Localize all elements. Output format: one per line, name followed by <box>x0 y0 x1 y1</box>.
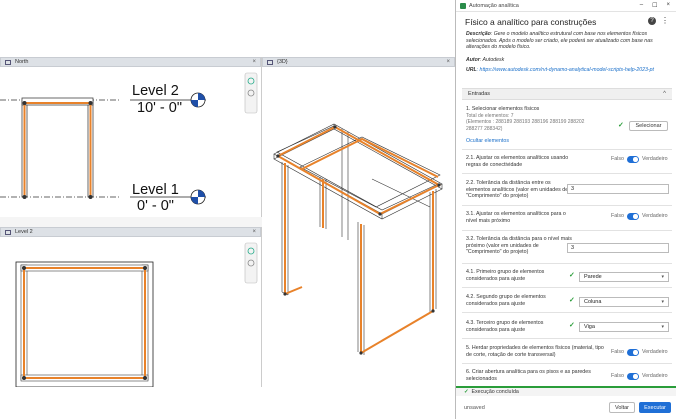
check-icon: ✓ <box>569 272 575 279</box>
3d-cube-icon <box>267 59 273 65</box>
back-button[interactable]: Voltar <box>609 402 635 413</box>
north-view-tab[interactable]: North × <box>0 57 261 67</box>
description: Descrição: Gere o modelo analítico estru… <box>466 31 653 51</box>
divider <box>462 263 672 264</box>
distance-tolerance-input-2-2[interactable]: 3 <box>567 184 669 194</box>
level2-plan-drawing <box>15 242 258 387</box>
distance-tolerance-input-3-2[interactable]: 3 <box>567 243 669 253</box>
north-view: North × Level 2 10' - 0" Level 1 0' - 0" <box>0 57 262 227</box>
close-icon[interactable]: × <box>666 2 670 9</box>
level1-label: Level 1 <box>132 182 179 198</box>
group3-select[interactable]: Viga ▾ <box>579 322 669 332</box>
execution-status: ✓ Execução concluída <box>456 386 676 396</box>
divider <box>462 338 672 339</box>
close-icon[interactable]: × <box>252 59 256 65</box>
panel-titlebar: Automação analítica – ☐ × <box>456 0 676 12</box>
divider <box>462 173 672 174</box>
run-button[interactable]: Executar <box>639 402 671 413</box>
divider <box>462 312 672 313</box>
app-icon <box>460 2 466 9</box>
minimize-icon[interactable]: – <box>640 2 643 9</box>
url-link[interactable]: : https://www.autodesk.com/rvt-dynamo-an… <box>477 67 654 73</box>
check-icon: ✓ <box>569 322 575 329</box>
analytical-automation-panel: Automação analítica – ☐ × Físico a analí… <box>455 0 676 419</box>
north-elevation-drawing <box>0 72 262 227</box>
unsaved-label: unsaved <box>464 405 485 411</box>
level2-label: Level 2 <box>132 83 179 99</box>
toggle-5[interactable]: Falso Verdadeiro <box>611 349 668 356</box>
check-icon: ✓ <box>464 389 469 395</box>
close-icon[interactable]: × <box>252 229 256 235</box>
toggle-6[interactable]: Falso Verdadeiro <box>611 373 668 380</box>
level1-elevation: 0' - 0" <box>137 198 174 214</box>
divider <box>462 230 672 231</box>
chevron-down-icon: ▾ <box>661 274 664 280</box>
maximize-icon[interactable]: ☐ <box>652 2 657 9</box>
3d-view: {3D} × <box>262 57 455 387</box>
level2-elevation: 10' - 0" <box>137 100 182 116</box>
revit-status-bar <box>0 387 455 419</box>
hide-elements-link[interactable]: Ocultar elementos <box>466 138 509 144</box>
chevron-down-icon: ▾ <box>661 299 664 305</box>
toggle-3-1[interactable]: Falso Verdadeiro <box>611 213 668 220</box>
level2-view-tab[interactable]: Level 2 × <box>0 227 261 237</box>
divider <box>462 287 672 288</box>
url: URL: https://www.autodesk.com/rvt-dynamo… <box>466 67 654 73</box>
select-button[interactable]: Selecionar <box>629 121 668 131</box>
level2-head-icon <box>190 92 206 108</box>
check-icon: ✓ <box>618 122 624 129</box>
plan-icon <box>5 229 11 235</box>
group1-select[interactable]: Parede ▾ <box>579 272 669 282</box>
help-icon[interactable]: ? <box>648 17 656 25</box>
inputs-section-header[interactable]: Entradas ^ <box>462 88 672 100</box>
chevron-down-icon: ▾ <box>661 324 664 330</box>
3d-model-drawing <box>273 123 443 355</box>
level2-plan-view: Level 2 × <box>0 227 262 387</box>
chevron-up-icon[interactable]: ^ <box>663 91 666 97</box>
3d-view-tab[interactable]: {3D} × <box>262 57 455 67</box>
elevation-icon <box>5 59 11 65</box>
author: Autor: Autodesk <box>466 57 505 63</box>
panel-title: Físico a analítico para construções <box>465 17 597 27</box>
more-options-icon[interactable]: ⋮ <box>661 16 669 25</box>
check-icon: ✓ <box>569 297 575 304</box>
close-icon[interactable]: × <box>446 59 450 65</box>
divider <box>462 149 672 150</box>
group2-select[interactable]: Coluna ▾ <box>579 297 669 307</box>
toggle-2-1[interactable]: Falso Verdadeiro <box>611 156 668 163</box>
divider <box>462 363 672 364</box>
level1-head-icon <box>190 189 206 205</box>
divider <box>462 205 672 206</box>
